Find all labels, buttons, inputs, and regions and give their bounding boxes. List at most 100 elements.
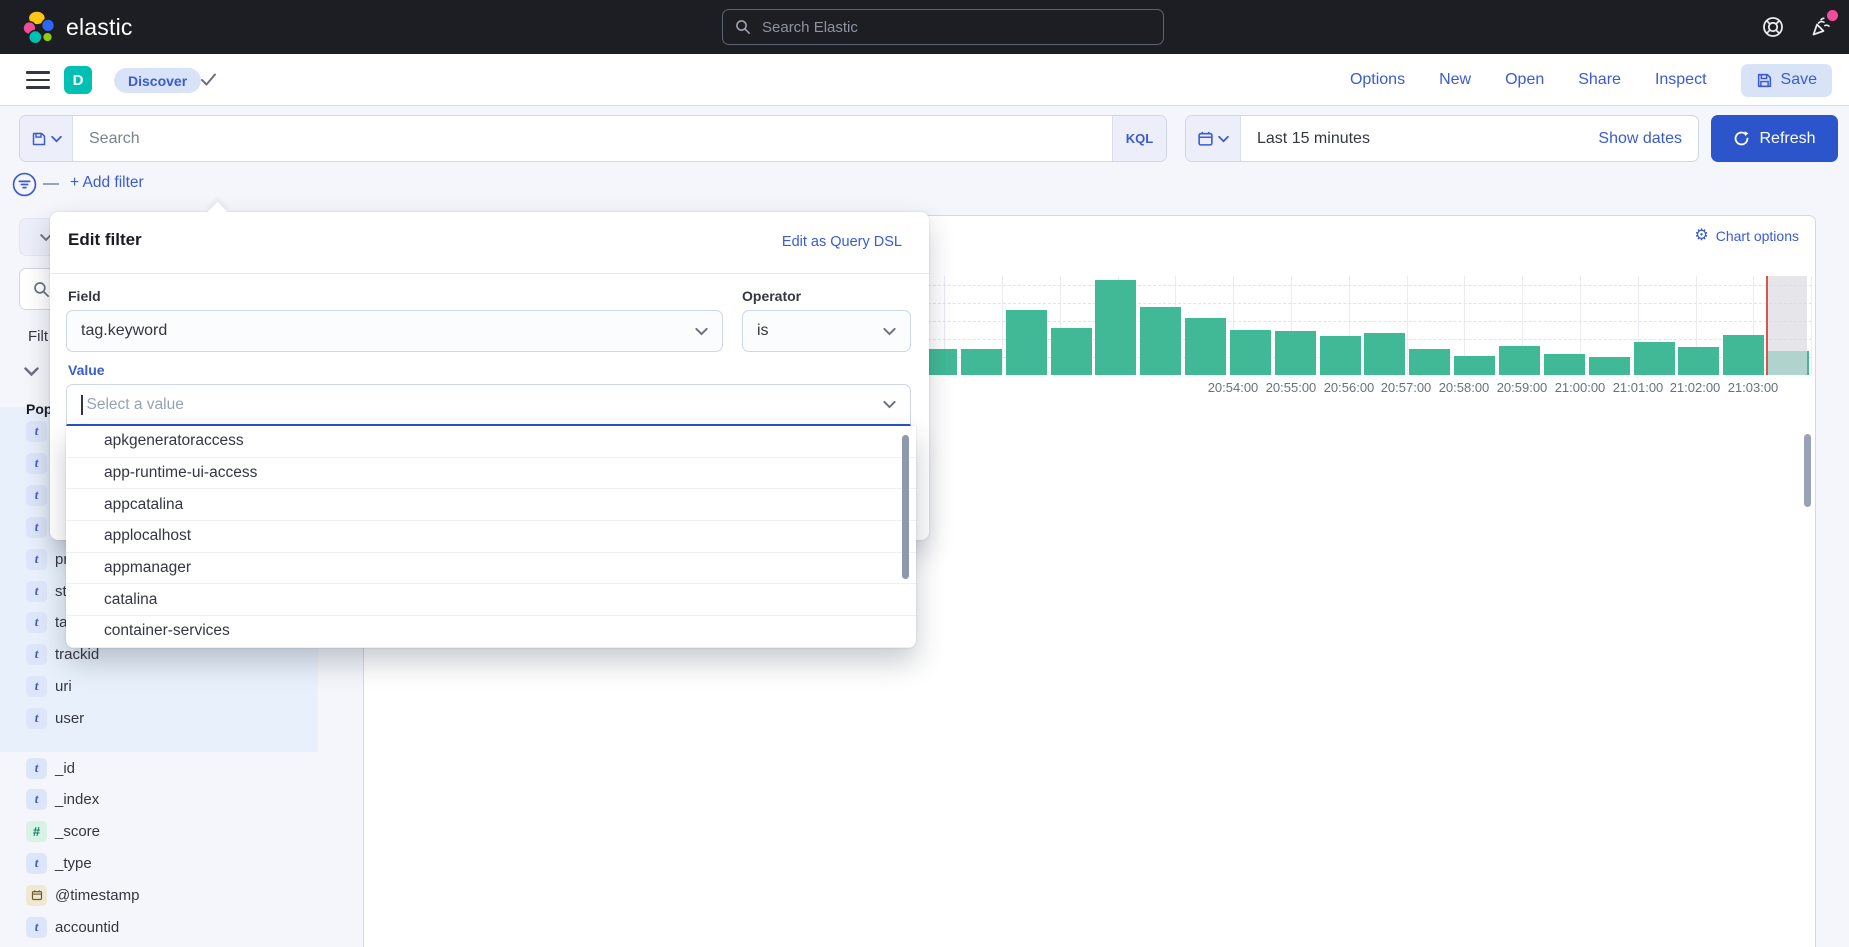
- value-label: Value: [68, 362, 105, 378]
- breadcrumb[interactable]: Discover: [114, 68, 201, 93]
- gear-icon: ⚙: [1694, 228, 1708, 244]
- date-field-icon: [26, 885, 47, 906]
- keyword-field-icon: t: [26, 612, 47, 633]
- date-picker-group: Last 15 minutes Show dates: [1185, 115, 1699, 162]
- check-icon: [200, 72, 217, 87]
- field-label: _type: [55, 855, 92, 872]
- keyword-field-icon: t: [26, 453, 47, 474]
- operator-label: Operator: [742, 288, 801, 304]
- field-label: trackid: [55, 646, 99, 663]
- value-option[interactable]: container-services: [66, 616, 916, 648]
- query-bar: KQL Last 15 minutes Show dates Refresh: [0, 106, 1849, 172]
- field-label: @timestamp: [55, 887, 139, 904]
- operator-select[interactable]: is: [742, 310, 911, 352]
- keyword-field-icon: t: [26, 708, 47, 729]
- field-label: accountid: [55, 919, 119, 936]
- keyword-field-icon: t: [26, 853, 47, 874]
- toolbar-link-open[interactable]: Open: [1505, 71, 1544, 89]
- menu-icon[interactable]: [26, 71, 50, 89]
- date-quick-menu-button[interactable]: [1186, 116, 1241, 161]
- value-option[interactable]: appcatalina: [66, 489, 916, 521]
- global-search[interactable]: [722, 9, 1164, 45]
- global-search-input[interactable]: [760, 18, 1151, 37]
- save-label: Save: [1781, 71, 1817, 89]
- show-dates-button[interactable]: Show dates: [1582, 116, 1698, 161]
- operator-select-value: is: [757, 322, 769, 340]
- filter-by-type-label[interactable]: Filt: [28, 328, 48, 345]
- sidebar-field-item[interactable]: @timestamp: [0, 879, 318, 911]
- value-input[interactable]: [85, 395, 884, 415]
- space-badge[interactable]: D: [64, 66, 92, 94]
- saved-query-menu-button[interactable]: [20, 116, 73, 161]
- value-combobox[interactable]: [66, 384, 911, 426]
- chart-options-label: Chart options: [1716, 228, 1799, 244]
- keyword-field-icon: t: [26, 549, 47, 570]
- keyword-field-icon: t: [26, 676, 47, 697]
- sidebar-field-item[interactable]: t _id: [0, 752, 318, 784]
- toolbar-link-options[interactable]: Options: [1350, 71, 1405, 89]
- sidebar-field-item[interactable]: turi: [0, 670, 318, 702]
- field-label: st: [55, 583, 67, 600]
- keyword-field-icon: t: [26, 758, 47, 779]
- number-field-icon: #: [26, 821, 47, 842]
- field-label: _score: [55, 823, 100, 840]
- global-header: elastic: [0, 0, 1849, 54]
- chevron-down-icon: [883, 400, 896, 409]
- value-option[interactable]: applocalhost: [66, 521, 916, 553]
- time-range-value[interactable]: Last 15 minutes: [1241, 116, 1582, 161]
- chevron-down-icon: [883, 327, 896, 336]
- query-search-input[interactable]: [73, 116, 1112, 161]
- newsfeed-icon[interactable]: [1807, 13, 1835, 41]
- popover-divider: [50, 273, 929, 274]
- chevron-down-icon: [1218, 135, 1229, 143]
- keyword-field-icon: t: [26, 644, 47, 665]
- refresh-button[interactable]: Refresh: [1711, 115, 1838, 162]
- toolbar-actions: Options New Open Share Inspect Save: [1350, 54, 1832, 106]
- keyword-field-icon: t: [26, 581, 47, 602]
- dropdown-scrollbar-thumb[interactable]: [902, 435, 909, 579]
- save-button[interactable]: Save: [1741, 64, 1832, 97]
- refresh-icon: [1733, 130, 1750, 147]
- field-label: _index: [55, 791, 99, 808]
- notification-dot: [1827, 10, 1838, 21]
- keyword-field-icon: t: [26, 485, 47, 506]
- elastic-logo-icon: [22, 10, 56, 44]
- value-option[interactable]: app-runtime-ui-access: [66, 458, 916, 490]
- help-icon[interactable]: [1759, 13, 1787, 41]
- search-icon: [33, 281, 50, 298]
- sidebar-field-item[interactable]: # _score: [0, 815, 318, 847]
- sidebar-field-item[interactable]: t accountid: [0, 911, 318, 943]
- toolbar-link-inspect[interactable]: Inspect: [1655, 71, 1707, 89]
- chevron-down-icon: [51, 135, 62, 143]
- keyword-field-icon: t: [26, 421, 47, 442]
- sidebar-field-item[interactable]: tuser: [0, 702, 318, 734]
- sidebar-field-item[interactable]: t _index: [0, 783, 318, 815]
- chevron-down-icon: [695, 327, 708, 336]
- search-icon: [735, 19, 751, 35]
- toolbar-link-share[interactable]: Share: [1578, 71, 1621, 89]
- field-label: user: [55, 710, 84, 727]
- sidebar-field-item[interactable]: t _type: [0, 847, 318, 879]
- edit-as-query-dsl-link[interactable]: Edit as Query DSL: [782, 234, 902, 250]
- value-option[interactable]: apkgeneratoraccess: [66, 426, 916, 458]
- keyword-field-icon: t: [26, 917, 47, 938]
- field-label: _id: [55, 760, 75, 777]
- table-scrollbar-thumb[interactable]: [1804, 434, 1811, 507]
- calendar-icon: [1197, 130, 1214, 147]
- saved-query-icon: [31, 131, 47, 147]
- query-language-button[interactable]: KQL: [1112, 116, 1166, 161]
- refresh-label: Refresh: [1759, 130, 1815, 148]
- field-select[interactable]: tag.keyword: [66, 310, 723, 352]
- discover-app: elastic: [0, 0, 1849, 947]
- elastic-logo[interactable]: elastic: [22, 10, 133, 44]
- collapse-fields-icon[interactable]: [24, 366, 39, 377]
- value-option[interactable]: catalina: [66, 584, 916, 616]
- keyword-field-icon: t: [26, 789, 47, 810]
- toolbar-link-new[interactable]: New: [1439, 71, 1471, 89]
- keyword-field-icon: t: [26, 517, 47, 538]
- field-label: uri: [55, 678, 72, 695]
- value-option[interactable]: appmanager: [66, 553, 916, 585]
- text-cursor: [81, 395, 83, 415]
- brand-text: elastic: [66, 14, 133, 41]
- chart-options-button[interactable]: ⚙ Chart options: [1694, 228, 1799, 244]
